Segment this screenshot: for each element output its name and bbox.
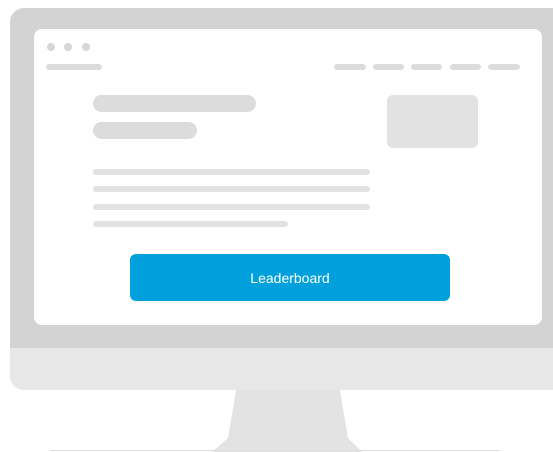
nav-item-placeholder xyxy=(373,64,404,70)
nav-item-placeholder xyxy=(450,64,481,70)
nav-item-placeholder xyxy=(334,64,366,70)
subheading-placeholder xyxy=(93,122,197,139)
text-line-placeholder xyxy=(93,186,370,192)
image-placeholder xyxy=(387,95,478,148)
text-line-placeholder xyxy=(93,221,288,227)
window-dot-icon xyxy=(47,43,55,51)
desk-line xyxy=(50,450,500,451)
text-line-placeholder xyxy=(93,169,370,175)
text-line-placeholder xyxy=(93,204,370,210)
nav-item-placeholder xyxy=(411,64,442,70)
window-dot-icon xyxy=(64,43,72,51)
leaderboard-button[interactable]: Leaderboard xyxy=(130,254,450,301)
heading-placeholder xyxy=(93,95,256,112)
nav-item-placeholder xyxy=(488,64,520,70)
logo-placeholder xyxy=(46,64,102,70)
window-dot-icon xyxy=(82,43,90,51)
